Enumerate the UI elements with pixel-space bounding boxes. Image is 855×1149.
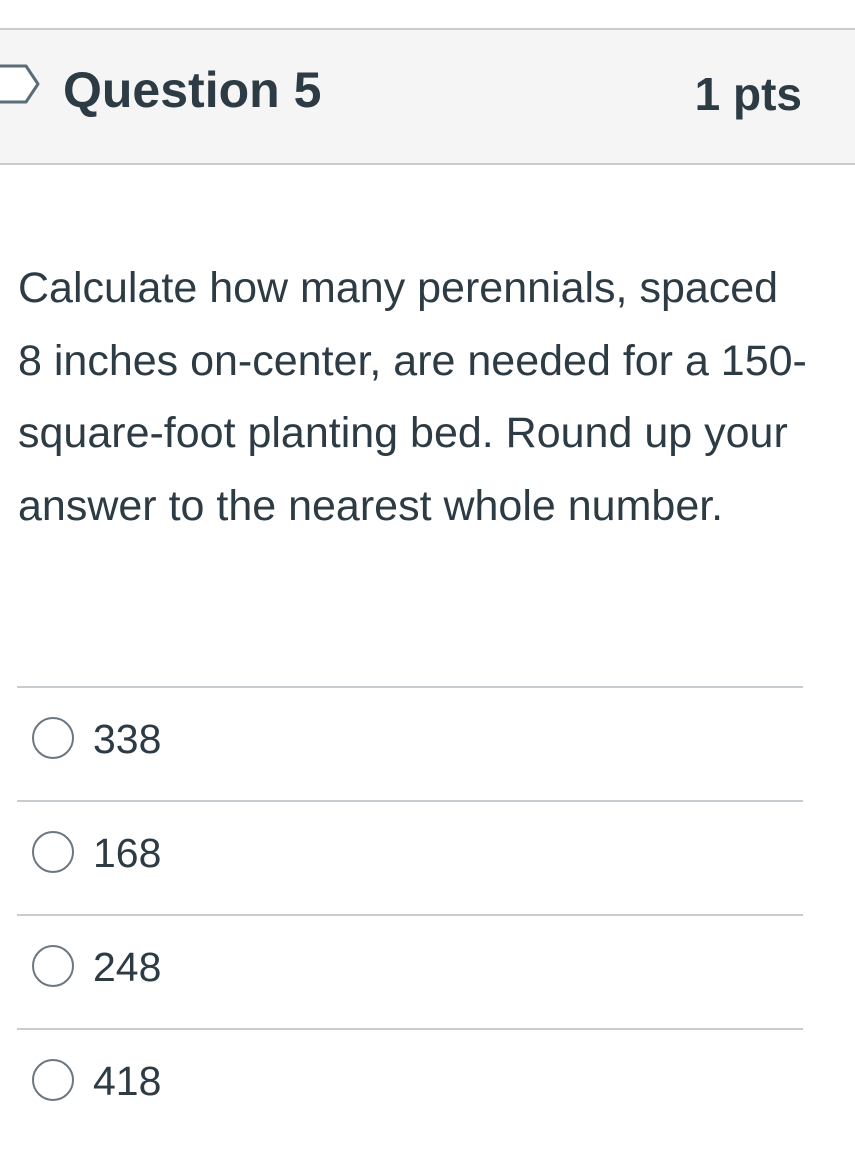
question-points: 1 pts — [694, 68, 802, 120]
radio-button[interactable] — [32, 1059, 74, 1101]
radio-button[interactable] — [32, 717, 74, 759]
answer-label[interactable]: 248 — [93, 943, 161, 991]
flag-outline-icon[interactable] — [0, 63, 42, 105]
radio-button[interactable] — [32, 945, 74, 987]
answer-label[interactable]: 418 — [93, 1057, 161, 1105]
question-title: Question 5 — [63, 62, 322, 118]
answer-option[interactable]: 338 — [17, 686, 803, 800]
answer-label[interactable]: 338 — [93, 715, 161, 763]
question-text: Calculate how many perennials, spaced 8 … — [18, 264, 807, 530]
radio-button[interactable] — [32, 831, 74, 873]
answer-option[interactable]: 168 — [17, 800, 803, 914]
answer-label[interactable]: 168 — [93, 829, 161, 877]
answer-option[interactable]: 418 — [17, 1028, 803, 1142]
question-header: Question 5 1 pts — [0, 28, 855, 165]
answer-option[interactable]: 248 — [17, 914, 803, 1028]
answer-list: 338 168 248 418 — [17, 686, 803, 1142]
